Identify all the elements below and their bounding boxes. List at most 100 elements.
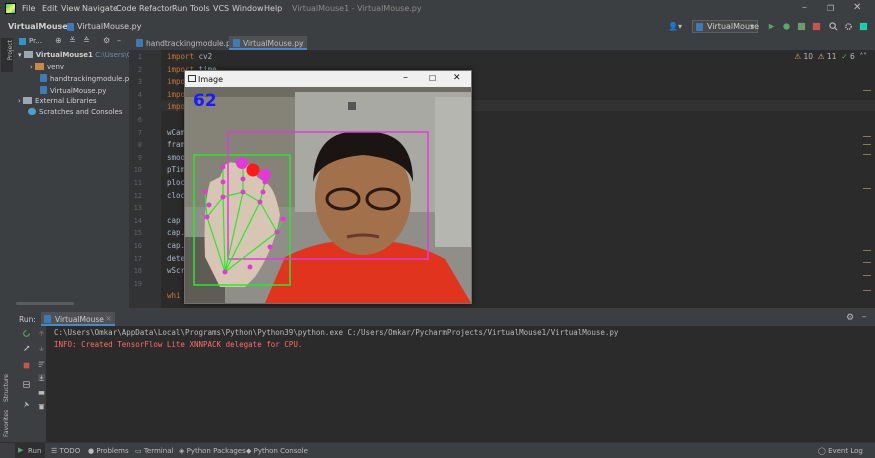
event-log-button[interactable]: ◯ Event Log [818, 447, 863, 455]
restore-icon[interactable]: ❐ [827, 4, 834, 13]
user-icon[interactable]: 👤▾ [668, 22, 682, 31]
tab-close-icon[interactable]: × [298, 39, 304, 48]
menu-run[interactable]: Run [172, 4, 187, 13]
rerun-icon[interactable] [22, 330, 31, 337]
wrench-icon[interactable] [22, 345, 31, 352]
collapse-all-icon[interactable]: ≙ [83, 36, 90, 45]
maximize-icon[interactable]: ☐ [429, 74, 436, 83]
line-number: 4 [137, 90, 142, 99]
tree-root[interactable]: ▾ VirtualMouse1 C:\Users\Omka [18, 51, 147, 59]
tree-item-external-libraries[interactable]: › External Libraries [18, 97, 97, 105]
print-icon[interactable] [37, 389, 46, 396]
python-file-icon [40, 74, 47, 82]
window-title: VirtualMouse1 - VirtualMouse.py [292, 4, 422, 13]
hide-icon[interactable]: – [117, 36, 121, 45]
tree-item-virtualmouse[interactable]: VirtualMouse.py [40, 86, 106, 95]
tree-item-scratches[interactable]: Scratches and Consoles [28, 108, 123, 116]
run-tab-label: VirtualMouse [55, 315, 104, 324]
editor-tab-bar: handtrackingmodule.py VirtualMouse.py × [129, 36, 875, 51]
problems-label: Problems [96, 447, 129, 455]
todo-tool-button[interactable]: ☰ TODO [51, 447, 80, 455]
code-line: cap. [167, 241, 185, 250]
fps-counter: 62 [193, 91, 217, 111]
status-bar: ▶ Run ☰ TODO ● Problems ▭ Terminal ◈ Pyt… [0, 442, 875, 458]
problems-tool-button[interactable]: ● Problems [88, 447, 129, 455]
run-tool-button[interactable]: ▶ Run [15, 443, 45, 458]
menu-edit[interactable]: Edit [42, 4, 58, 13]
run-tool-label: Run [28, 447, 42, 455]
gear-icon[interactable]: ⚙ [846, 313, 854, 323]
python-packages-tool-button[interactable]: ◈ Python Packages [179, 447, 246, 455]
tab-handtrackingmodule[interactable]: handtrackingmodule.py [132, 36, 235, 50]
minimize-icon[interactable]: – [802, 2, 807, 13]
code-line: impo [167, 90, 185, 99]
search-icon[interactable] [829, 22, 838, 31]
library-icon [23, 97, 33, 104]
menu-refactor[interactable]: Refactor [139, 4, 173, 13]
structure-tab-label[interactable]: Structure [3, 374, 10, 402]
project-view-icon [19, 38, 26, 45]
gear-icon[interactable]: ⚙ [103, 36, 110, 45]
tree-item-venv[interactable]: › venv [30, 63, 64, 71]
menu-tools[interactable]: Tools [190, 4, 210, 13]
folder-icon [23, 51, 33, 58]
tree-item-handtrackingmodule[interactable]: handtrackingmodule.py [40, 74, 133, 83]
minimize-icon[interactable]: – [403, 72, 408, 83]
layout-icon[interactable] [22, 381, 31, 388]
line-number: 10 [133, 166, 142, 175]
tab-virtualmouse[interactable]: VirtualMouse.py × [229, 36, 307, 50]
inspection-widget[interactable]: ⚠ 10 ⚠ 11 ✓ 6 ˄˅ [794, 52, 867, 61]
tab-label: handtrackingmodule.py [146, 39, 236, 48]
coverage-icon[interactable] [797, 22, 806, 31]
arrow-up-icon[interactable] [37, 330, 46, 337]
project-tool-tab[interactable]: Project [1, 38, 14, 72]
close-icon[interactable]: ✕ [853, 2, 861, 13]
pin-icon[interactable] [22, 401, 31, 408]
soft-wrap-icon[interactable] [37, 360, 46, 367]
hide-icon[interactable]: – [862, 312, 867, 322]
horizontal-scrollbar[interactable] [16, 302, 74, 305]
line-number: 8 [137, 141, 142, 150]
debug-icon[interactable] [782, 22, 791, 31]
arrow-down-icon[interactable] [37, 345, 46, 352]
jetbrains-icon[interactable] [859, 22, 868, 31]
run-tab[interactable]: VirtualMouse × [41, 312, 115, 326]
code-line: ploc [167, 178, 185, 187]
menu-window[interactable]: Window [232, 4, 264, 13]
chevron-down-icon: ▾ [749, 22, 754, 31]
python-console-tool-button[interactable]: ◆ Python Console [246, 447, 308, 455]
gear-icon[interactable] [844, 22, 853, 31]
image-window[interactable]: Image – ☐ ✕ 62 [184, 70, 472, 304]
code-text: cap. [167, 228, 186, 238]
menu-code[interactable]: Code [116, 4, 136, 13]
expand-all-icon[interactable]: ≚ [69, 36, 76, 45]
scroll-to-end-icon[interactable] [37, 374, 46, 381]
tab-close-icon[interactable]: × [105, 314, 112, 323]
menu-navigate[interactable]: Navigate [82, 4, 118, 13]
python-file-icon [233, 39, 240, 47]
python-console-label: Python Console [253, 447, 308, 455]
project-view-selector[interactable]: Pr... [29, 37, 42, 45]
locate-icon[interactable]: ⊕ [55, 36, 62, 45]
rerun-icon[interactable] [767, 22, 776, 31]
line-number: 19 [133, 279, 142, 288]
close-icon[interactable]: ✕ [453, 73, 461, 83]
menu-vcs[interactable]: VCS [213, 4, 229, 13]
breadcrumb-project[interactable]: VirtualMouse1 [8, 22, 73, 31]
python-file-icon [67, 23, 74, 31]
line-number-gutter: 1 2 3 4 5 6 7 8 9 10 11 12 13 14 15 16 17 18 19 [129, 50, 161, 308]
menu-view[interactable]: View [61, 4, 80, 13]
run-console[interactable]: C:\Users\Omkar\AppData\Local\Programs\Py… [46, 326, 875, 442]
code-line: whi [167, 291, 181, 300]
stop-icon[interactable] [22, 362, 31, 369]
menu-file[interactable]: File [22, 4, 35, 13]
project-tab-label: Project [7, 40, 14, 61]
terminal-tool-button[interactable]: ▭ Terminal [135, 447, 173, 455]
run-config-selector[interactable]: VirtualMouse ▾ [692, 20, 759, 33]
stop-icon[interactable] [812, 22, 821, 31]
warning-icon: ⚠ [794, 52, 802, 61]
breadcrumb-file[interactable]: VirtualMouse.py [77, 22, 141, 31]
menu-help[interactable]: Help [264, 4, 282, 13]
trash-icon[interactable] [37, 403, 46, 410]
favorites-tab-label[interactable]: Favorites [3, 410, 10, 437]
